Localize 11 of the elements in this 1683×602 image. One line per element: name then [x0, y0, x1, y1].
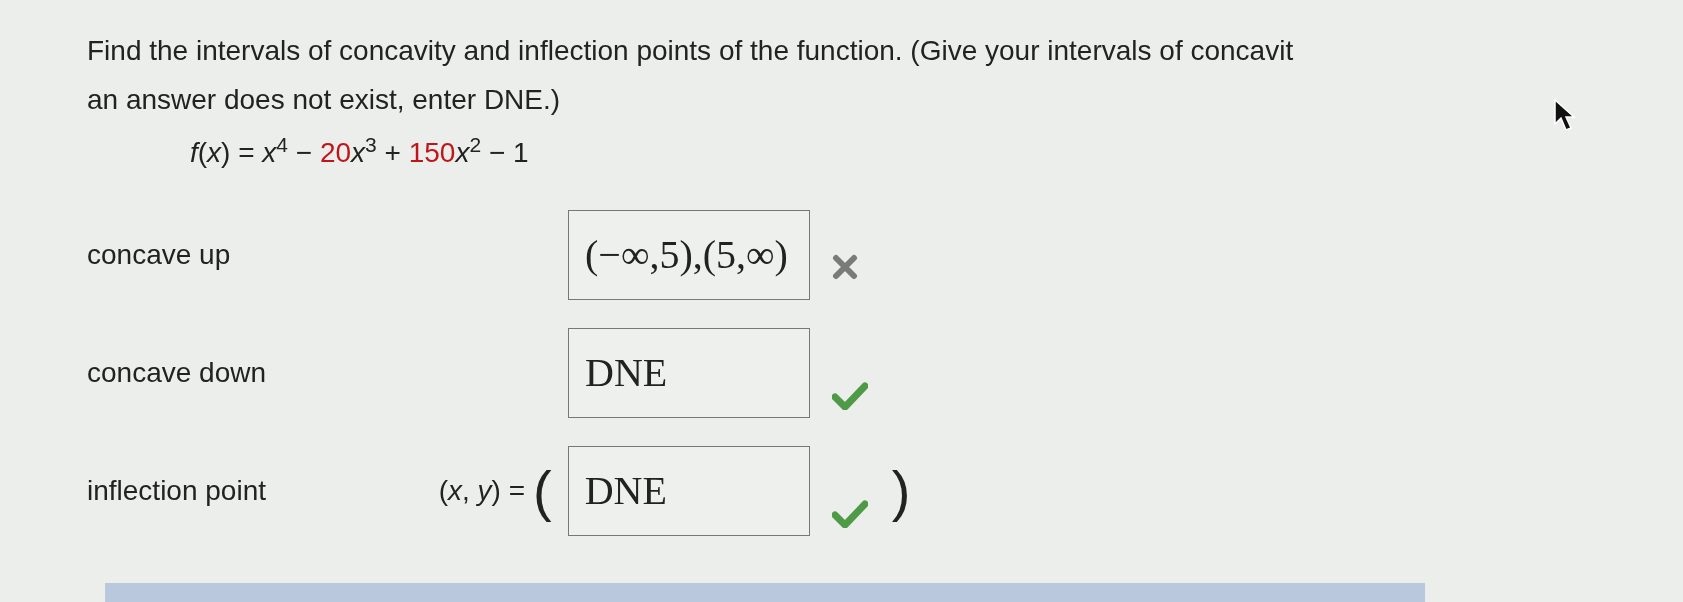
answer-label: concave down	[87, 356, 267, 390]
point-notation: (x, y) =	[437, 474, 526, 508]
question-text: an answer does not exist, enter DNE.)	[87, 83, 561, 117]
question-text: Find the intervals of concavity and inflection points of the function. (Give your intervals of concavit	[87, 34, 1294, 68]
function-formula: f(x) = x$^{4}$ − 20x$^{3}$ + 150x$^{2}$ − 1	[190, 132, 529, 170]
answer-field[interactable]: (−∞,5),(5,∞)	[568, 210, 810, 300]
answer-field[interactable]: DNE	[567, 446, 810, 536]
cursor-icon	[1553, 98, 1579, 134]
answer-field[interactable]: DNE	[568, 328, 810, 418]
answer-label: inflection point	[87, 474, 267, 508]
answer-label: concave up	[87, 238, 232, 272]
